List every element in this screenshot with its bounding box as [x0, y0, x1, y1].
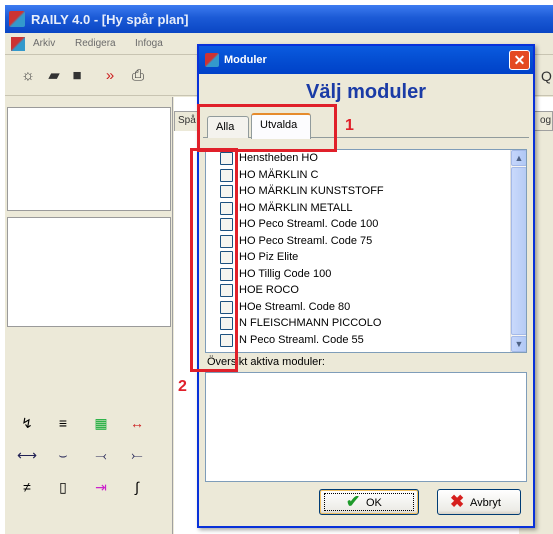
- dialog-title: Moduler: [224, 54, 267, 66]
- new-icon[interactable]: ☼: [19, 67, 37, 85]
- chevron-up-icon[interactable]: ▲: [511, 150, 526, 166]
- tool-signal-icon[interactable]: ⇥: [91, 479, 111, 495]
- scrollbar-thumb[interactable]: [511, 167, 526, 335]
- module-label: Henstheben HO: [239, 152, 318, 164]
- tool-switch-icon[interactable]: ⤙: [91, 447, 111, 463]
- module-checkbox[interactable]: [220, 152, 233, 165]
- cancel-label: Avbryt: [470, 497, 501, 509]
- list-item[interactable]: HO MÄRKLIN METALL: [206, 200, 511, 217]
- tool-building-icon[interactable]: ▯: [53, 479, 73, 495]
- tab-strip: Alla Utvalda: [203, 112, 529, 139]
- module-label: HO Peco Streaml. Code 100: [239, 218, 379, 230]
- main-window-title: RAILY 4.0 - [Hy spår plan]: [31, 12, 189, 27]
- list-item[interactable]: HO Peco Streaml. Code 75: [206, 233, 511, 250]
- list-item[interactable]: HO Tillig Code 100: [206, 266, 511, 283]
- dialog-titlebar[interactable]: Moduler ✕: [199, 46, 533, 74]
- print-icon[interactable]: ⎙: [129, 67, 147, 85]
- check-icon: ✔: [346, 492, 361, 511]
- tab-utvalda[interactable]: Utvalda: [251, 113, 311, 139]
- left-panel: ↯ ≡ ▦ ↔ ⟷ ⌣ ⤙ ⤚ ≠ ▯ ⇥ ∫: [5, 97, 173, 534]
- chevron-down-icon[interactable]: ▼: [511, 336, 526, 352]
- menu-redigera[interactable]: Redigera: [75, 38, 116, 49]
- module-label: HOE ROCO: [239, 284, 299, 296]
- module-checkbox[interactable]: [220, 201, 233, 215]
- menu-app-icon[interactable]: [11, 37, 25, 51]
- tool-arrow-icon[interactable]: ↔: [127, 415, 147, 431]
- left-panel-box-bottom: [7, 333, 171, 393]
- open-folder-icon[interactable]: ▰: [45, 67, 63, 85]
- zoom-icon[interactable]: Q: [541, 68, 552, 84]
- list-item[interactable]: N FLEISCHMANN PICCOLO: [206, 315, 511, 332]
- ok-label: OK: [366, 497, 382, 509]
- tool-curve-icon[interactable]: ⌣: [53, 447, 73, 463]
- module-checkbox[interactable]: [220, 267, 233, 281]
- module-label: HOe Streaml. Code 80: [239, 300, 351, 313]
- app-logo-icon: [9, 11, 25, 27]
- tool-grid-icon[interactable]: ▦: [91, 415, 111, 431]
- x-icon: ✖: [450, 492, 465, 511]
- module-checkbox[interactable]: [220, 251, 233, 264]
- module-label: N FLEISCHMANN PICCOLO: [239, 317, 382, 329]
- module-checkbox[interactable]: [220, 168, 233, 182]
- main-titlebar: RAILY 4.0 - [Hy spår plan]: [5, 5, 553, 33]
- dialog-heading: Välj moduler: [305, 81, 427, 103]
- module-checkbox[interactable]: [220, 185, 233, 198]
- module-checkbox[interactable]: [220, 234, 233, 248]
- list-item[interactable]: HO Piz Elite: [206, 249, 511, 266]
- module-label: HO MÄRKLIN METALL: [239, 201, 353, 214]
- tool-cross-icon[interactable]: ≠: [17, 479, 37, 495]
- list-item[interactable]: Henstheben HO: [206, 150, 511, 167]
- forward-icon[interactable]: »: [101, 67, 119, 85]
- list-item[interactable]: HOe Streaml. Code 80: [206, 299, 511, 316]
- module-label: HO Peco Streaml. Code 75: [239, 234, 373, 247]
- module-label: HO Tillig Code 100: [239, 267, 332, 280]
- tool-s-curve-icon[interactable]: ∫: [127, 479, 147, 495]
- modules-dialog: Moduler ✕ Välj moduler Alla Utvalda Hens…: [197, 44, 535, 528]
- module-label: HO MÄRKLIN C: [239, 168, 319, 181]
- module-checkbox[interactable]: [220, 300, 233, 314]
- menu-arkiv[interactable]: Arkiv: [33, 38, 55, 49]
- module-label: HO Piz Elite: [239, 251, 299, 263]
- list-item[interactable]: HO Peco Streaml. Code 100: [206, 216, 511, 233]
- annotation-number-1: 1: [345, 117, 354, 134]
- menu-infoga[interactable]: Infoga: [135, 38, 163, 49]
- left-panel-box-middle: [7, 217, 171, 327]
- save-icon[interactable]: ■: [68, 67, 86, 85]
- overview-box: [205, 372, 527, 482]
- dialog-app-icon: [205, 53, 219, 67]
- module-checkbox[interactable]: [220, 333, 233, 347]
- tool-switch2-icon[interactable]: ⤚: [127, 447, 147, 463]
- module-list-scrollbar[interactable]: ▲ ▼: [510, 150, 526, 352]
- list-item[interactable]: HO MÄRKLIN KUNSTSTOFF: [206, 183, 511, 200]
- annotation-number-2: 2: [178, 378, 187, 395]
- tool-track-icon[interactable]: ↯: [17, 415, 37, 431]
- left-panel-box-top: [7, 107, 171, 211]
- tool-lines-icon[interactable]: ≡: [53, 415, 73, 431]
- overview-label: Översikt aktiva moduler:: [207, 356, 325, 368]
- cancel-button[interactable]: ✖ Avbryt: [437, 489, 521, 515]
- tool-straight-icon[interactable]: ⟷: [17, 447, 37, 463]
- module-label: N Peco Streaml. Code 55: [239, 333, 364, 346]
- module-list[interactable]: Henstheben HO HO MÄRKLIN C HO MÄRKLIN KU…: [205, 149, 527, 353]
- close-icon[interactable]: ✕: [509, 50, 530, 70]
- ok-button[interactable]: ✔ OK: [319, 489, 419, 515]
- module-checkbox[interactable]: [220, 284, 233, 297]
- module-label: HO MÄRKLIN KUNSTSTOFF: [239, 185, 384, 197]
- module-checkbox[interactable]: [220, 317, 233, 330]
- tab-alla[interactable]: Alla: [207, 116, 249, 138]
- list-item[interactable]: HO MÄRKLIN C: [206, 167, 511, 184]
- module-list-rows: Henstheben HO HO MÄRKLIN C HO MÄRKLIN KU…: [206, 150, 511, 352]
- module-checkbox[interactable]: [220, 218, 233, 231]
- list-item[interactable]: N Peco Streaml. Code 55: [206, 332, 511, 349]
- list-item[interactable]: HOE ROCO: [206, 282, 511, 299]
